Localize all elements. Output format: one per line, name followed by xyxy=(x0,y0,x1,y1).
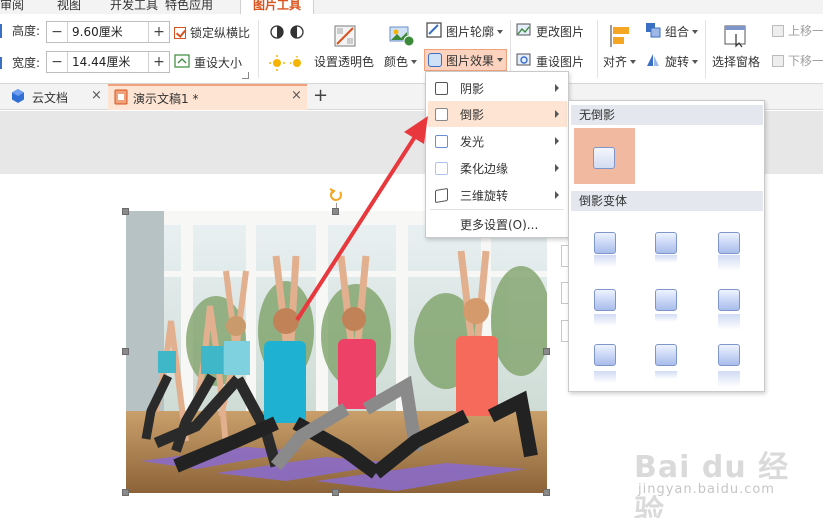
watermark-url: jingyan.baidu.com xyxy=(638,482,775,497)
watermark-logo: Bai du 经验 xyxy=(634,450,790,518)
baidu-jingyan-watermark: Bai du 经验 jingyan.baidu.com xyxy=(630,430,820,518)
